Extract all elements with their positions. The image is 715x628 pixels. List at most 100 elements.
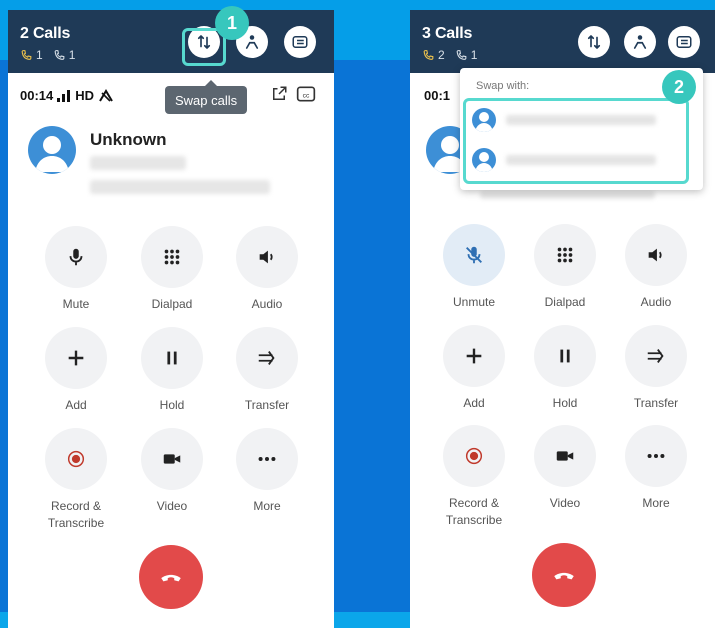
dialpad-icon[interactable]	[534, 224, 596, 286]
control-mute-button[interactable]: Mute	[26, 226, 126, 313]
control-label: Hold	[159, 398, 185, 412]
active-calls: 1	[20, 48, 43, 62]
control-hold-button[interactable]: Hold	[122, 327, 222, 414]
speaker-icon[interactable]	[236, 226, 298, 288]
network-icon	[99, 88, 113, 102]
end-call-button[interactable]	[532, 543, 596, 607]
swap-options-highlight	[463, 98, 689, 184]
control-label: Record & Transcribe	[47, 499, 105, 530]
control-label: Hold	[552, 396, 578, 410]
swap-icon	[587, 35, 601, 49]
transfer-icon[interactable]	[625, 325, 687, 387]
control-label: Video	[156, 499, 188, 513]
control-dialpad-button[interactable]: Dialpad	[122, 226, 222, 313]
control-video-button[interactable]: Video	[515, 425, 615, 512]
pause-icon[interactable]	[141, 327, 203, 389]
phone-hold-icon	[456, 49, 467, 60]
control-label: Transfer	[244, 398, 290, 412]
signal-icon	[57, 89, 71, 102]
control-label: More	[642, 496, 670, 510]
control-label: Audio	[640, 295, 672, 309]
swap-calls-tooltip: Swap calls	[165, 80, 248, 114]
record-icon[interactable]	[45, 428, 107, 490]
video-icon[interactable]	[141, 428, 203, 490]
svg-text:cc: cc	[303, 92, 310, 99]
phone-active-icon	[423, 49, 434, 60]
control-label: Dialpad	[151, 297, 193, 311]
record-icon[interactable]	[443, 425, 505, 487]
call-timer: 00:1	[424, 88, 451, 103]
dialpad-icon[interactable]	[141, 226, 203, 288]
call-header: 3 Calls 2 1	[410, 10, 715, 73]
call-header: 2 Calls 1 1	[8, 10, 334, 73]
held-calls: 1	[53, 48, 76, 62]
call-counts: 2 1	[422, 48, 477, 62]
call-timer: 00:14	[20, 88, 54, 103]
control-more-button[interactable]: More	[217, 428, 317, 515]
pause-icon[interactable]	[534, 325, 596, 387]
status-actions: cc	[270, 85, 316, 103]
call-status: 00:14 HD	[20, 88, 114, 103]
control-label: Add	[65, 398, 87, 412]
microphone-icon[interactable]	[45, 226, 107, 288]
control-dialpad-button[interactable]: Dialpad	[515, 224, 615, 311]
caller-name: Unknown	[90, 130, 167, 149]
hang-up-icon	[554, 572, 574, 580]
phone-hold-icon	[54, 49, 65, 60]
control-add-button[interactable]: Add	[424, 325, 524, 412]
call-status: 00:1	[424, 88, 450, 103]
held-calls-count: 1	[68, 48, 76, 62]
control-label: Audio	[251, 297, 283, 311]
person-icon	[633, 35, 647, 49]
more-icon[interactable]	[625, 425, 687, 487]
caller-detail-redacted	[90, 180, 270, 194]
control-label: Video	[549, 496, 581, 510]
caller-number-redacted	[90, 156, 186, 170]
control-label: Unmute	[452, 295, 496, 309]
control-label: Dialpad	[544, 295, 586, 309]
held-calls: 1	[455, 48, 477, 62]
call-panel-left: 2 Calls 1 1 00:14 HD Swap calls cc Unkno…	[8, 10, 334, 628]
external-link-icon[interactable]	[270, 85, 288, 103]
caller-detail-redacted	[480, 191, 655, 199]
control-label: Mute	[62, 297, 90, 311]
control-add-button[interactable]: Add	[26, 327, 126, 414]
control-label: Transfer	[633, 396, 679, 410]
captions-icon[interactable]: cc	[296, 85, 316, 103]
control-record-button[interactable]: Record & Transcribe	[424, 425, 524, 529]
phone-active-icon	[21, 49, 32, 60]
active-calls-count: 2	[438, 48, 445, 62]
active-calls: 2	[422, 48, 445, 62]
plus-icon[interactable]	[443, 325, 505, 387]
control-audio-button[interactable]: Audio	[606, 224, 706, 311]
call-list-button[interactable]	[284, 26, 316, 58]
control-transfer-button[interactable]: Transfer	[606, 325, 706, 412]
person-icon	[245, 35, 259, 49]
calls-count-title: 2 Calls	[20, 25, 71, 42]
control-label: Add	[463, 396, 485, 410]
plus-icon[interactable]	[45, 327, 107, 389]
call-list-button[interactable]	[668, 26, 700, 58]
control-transfer-button[interactable]: Transfer	[217, 327, 317, 414]
control-label: More	[253, 499, 281, 513]
control-audio-button[interactable]: Audio	[217, 226, 317, 313]
transfer-icon[interactable]	[236, 327, 298, 389]
control-video-button[interactable]: Video	[122, 428, 222, 515]
more-icon[interactable]	[236, 428, 298, 490]
call-list-icon	[292, 36, 308, 48]
control-record-button[interactable]: Record & Transcribe	[26, 428, 126, 532]
step-badge-2: 2	[662, 70, 696, 104]
end-call-button[interactable]	[139, 545, 203, 609]
control-hold-button[interactable]: Hold	[515, 325, 615, 412]
speaker-icon[interactable]	[625, 224, 687, 286]
control-unmute-button[interactable]: Unmute	[424, 224, 524, 311]
microphone-muted-icon[interactable]	[443, 224, 505, 286]
swap-calls-button[interactable]	[578, 26, 610, 58]
contact-button[interactable]	[624, 26, 656, 58]
hang-up-icon	[161, 574, 181, 582]
control-more-button[interactable]: More	[606, 425, 706, 512]
call-list-icon	[676, 36, 692, 48]
control-label: Record & Transcribe	[445, 496, 503, 527]
step-badge-1: 1	[215, 6, 249, 40]
video-icon[interactable]	[534, 425, 596, 487]
